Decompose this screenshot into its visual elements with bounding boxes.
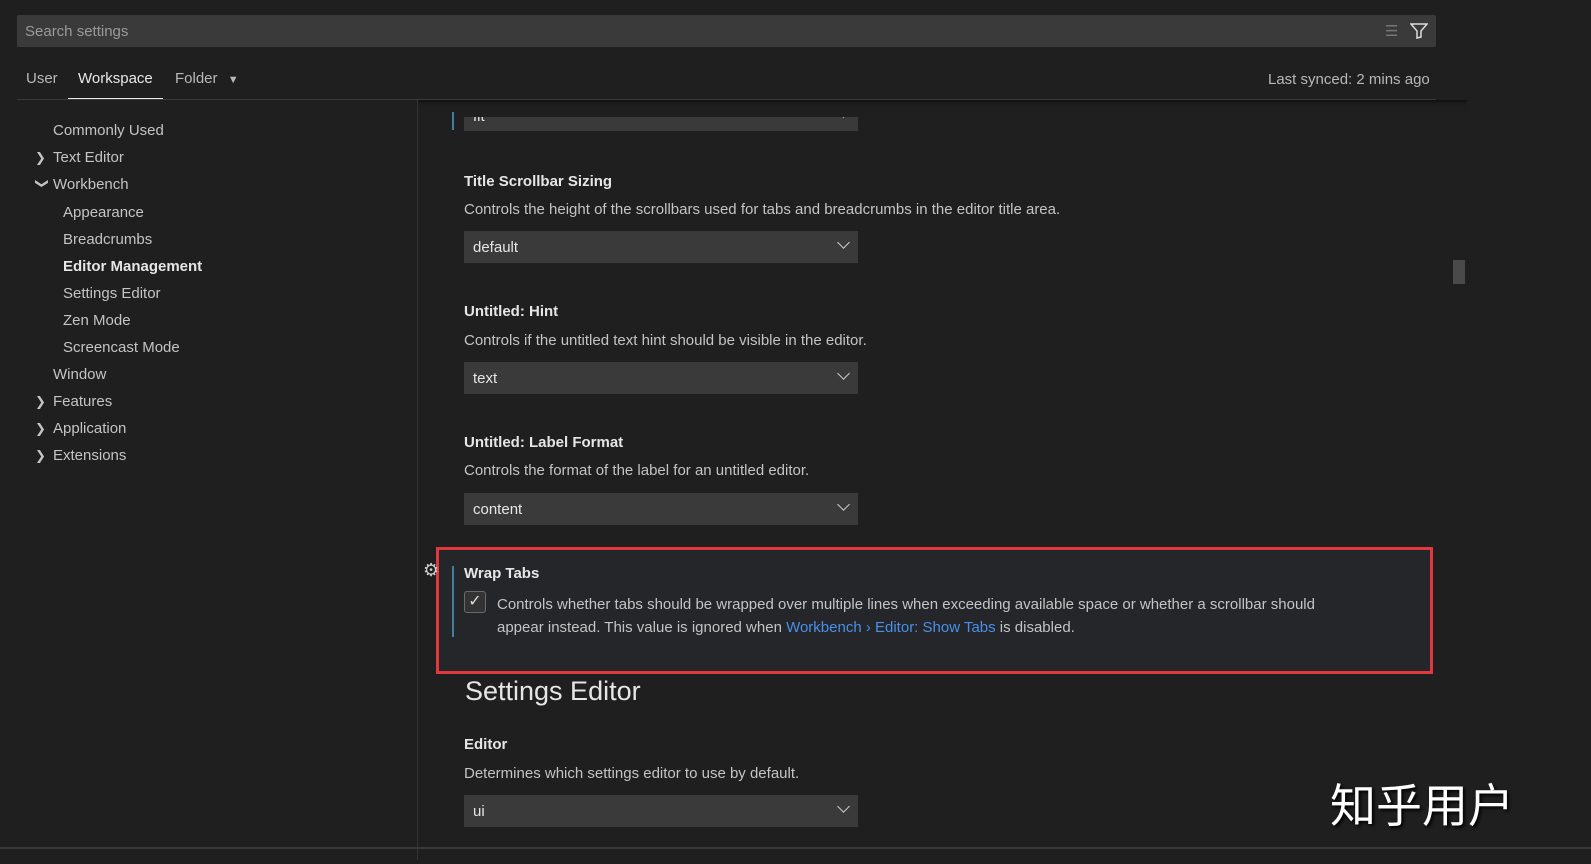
setting-category: Untitled:	[464, 303, 529, 320]
settings-editor-dropdown[interactable]: ui	[464, 795, 858, 827]
wrap-tabs-checkbox[interactable]: ✓	[464, 591, 486, 613]
toc-zen-mode[interactable]: Zen Mode	[63, 312, 131, 334]
setting-description: Determines which settings editor to use …	[464, 765, 800, 782]
scroll-shadow	[417, 100, 1467, 118]
dropdown-value: content	[473, 501, 523, 518]
toc-workbench[interactable]: ❯ Workbench	[35, 176, 129, 198]
setting-title: Editor	[464, 736, 508, 753]
desc-line2: appear instead. This value is ignored wh…	[497, 619, 787, 636]
toc-application[interactable]: ❯ Application	[35, 420, 126, 442]
tab-workspace[interactable]: Workspace	[68, 70, 163, 100]
toc-breadcrumbs[interactable]: Breadcrumbs	[63, 231, 152, 253]
desc-line1: Controls whether tabs should be wrapped …	[497, 596, 1315, 613]
setting-title: Title Scrollbar Sizing	[464, 173, 613, 190]
modified-indicator	[452, 112, 454, 130]
chevron-right-icon: ❯	[35, 150, 46, 165]
toc-divider	[417, 100, 418, 860]
setting-title: Untitled: Label Format	[464, 434, 623, 451]
toc-label: Workbench	[53, 176, 129, 193]
watermark: 知乎用户	[1330, 779, 1514, 833]
untitled-hint-dropdown[interactable]: text	[464, 362, 858, 394]
toc-label: Extensions	[53, 447, 127, 464]
toc-label: Text Editor	[53, 149, 124, 166]
toc-features[interactable]: ❯ Features	[35, 393, 112, 415]
title-scrollbar-sizing-dropdown[interactable]: default	[464, 231, 858, 263]
toc-screencast-mode[interactable]: Screencast Mode	[63, 339, 180, 361]
filter-icon[interactable]	[1410, 23, 1428, 39]
section-heading: Settings Editor	[465, 676, 641, 706]
setting-name: Label Format	[529, 434, 624, 451]
toc-window[interactable]: Window	[53, 366, 106, 388]
tab-folder-label: Folder	[175, 70, 218, 87]
setting-description: Controls the format of the label for an …	[464, 462, 810, 479]
chevron-down-icon	[837, 367, 850, 380]
toc-text-editor[interactable]: ❯ Text Editor	[35, 149, 124, 171]
bottom-border	[0, 847, 1591, 849]
caret-down-icon: ▼	[227, 74, 239, 86]
setting-title: Wrap Tabs	[464, 565, 540, 582]
toc-label: Features	[53, 393, 113, 410]
toc-settings-editor[interactable]: Settings Editor	[63, 285, 161, 307]
desc-line3: is disabled.	[995, 619, 1075, 636]
setting-title: Untitled: Hint	[464, 303, 558, 320]
untitled-label-format-dropdown[interactable]: content	[464, 493, 858, 525]
scrollbar-thumb[interactable]	[1453, 260, 1465, 284]
clear-filter-icon[interactable]: ☰	[1385, 22, 1398, 40]
dropdown-value: text	[473, 370, 498, 387]
dropdown-value: ui	[473, 803, 485, 820]
gear-icon[interactable]: ⚙	[423, 560, 439, 581]
chevron-down-icon	[837, 498, 850, 511]
chevron-down-icon: ❯	[35, 178, 50, 189]
toc-commonly-used[interactable]: Commonly Used	[53, 122, 164, 144]
toc-appearance[interactable]: Appearance	[63, 204, 144, 226]
tab-user[interactable]: User	[26, 70, 58, 100]
chevron-right-icon: ❯	[35, 421, 46, 436]
chevron-right-icon: ❯	[35, 448, 46, 463]
setting-name: Hint	[529, 303, 559, 320]
chevron-down-icon	[837, 800, 850, 813]
chevron-right-icon: ❯	[35, 394, 46, 409]
setting-description: Controls if the untitled text hint shoul…	[464, 332, 867, 349]
toc-label: Application	[53, 420, 127, 437]
tab-folder[interactable]: Folder ▼	[175, 70, 239, 100]
modified-indicator	[452, 566, 454, 637]
toc-extensions[interactable]: ❯ Extensions	[35, 447, 126, 469]
show-tabs-link[interactable]: Workbench › Editor: Show Tabs	[786, 619, 996, 636]
setting-category: Untitled:	[464, 434, 529, 451]
setting-description: Controls the height of the scrollbars us…	[464, 201, 1061, 218]
toc-editor-management[interactable]: Editor Management	[63, 258, 202, 280]
chevron-down-icon	[837, 236, 850, 249]
setting-description: Controls whether tabs should be wrapped …	[497, 593, 1397, 639]
search-settings-box: ☰	[17, 15, 1436, 47]
last-synced: Last synced: 2 mins ago	[1268, 71, 1430, 88]
dropdown-value: default	[473, 239, 519, 256]
search-input[interactable]	[17, 15, 1377, 47]
